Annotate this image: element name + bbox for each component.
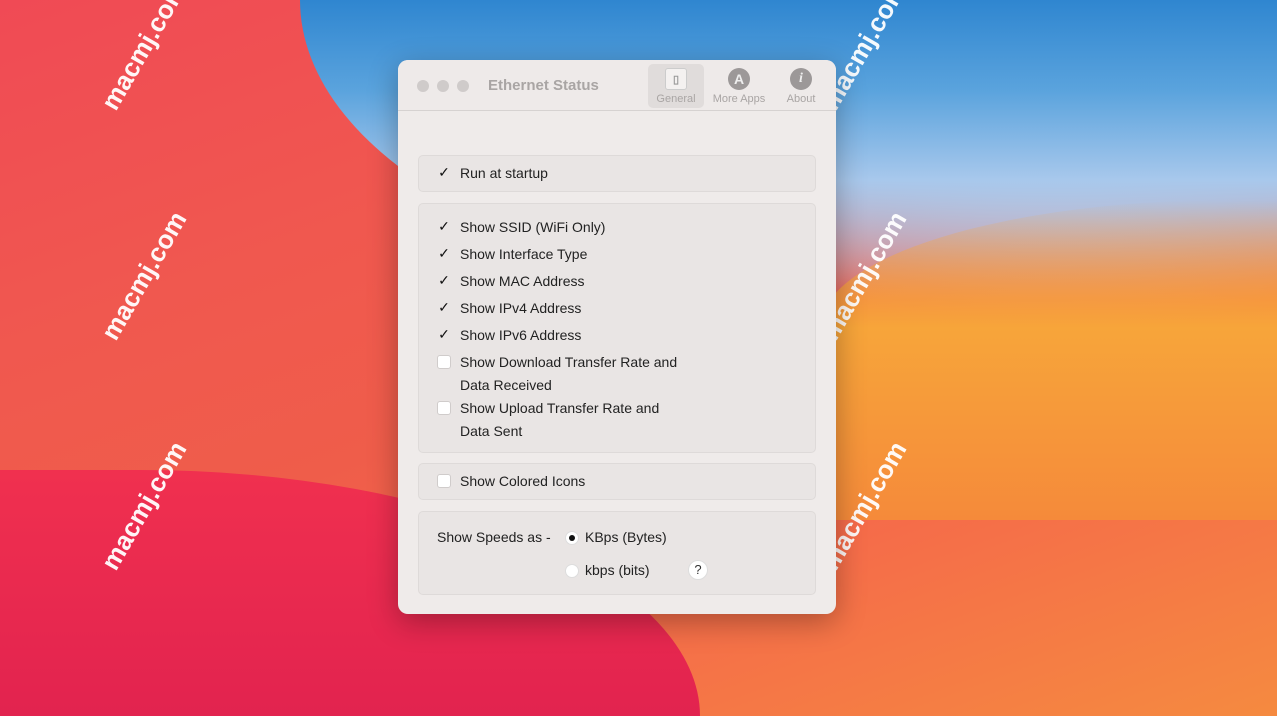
tab-about[interactable]: i About: [773, 64, 829, 108]
label: Run at startup: [460, 165, 548, 181]
show-colored-icons-checkbox[interactable]: Show Colored Icons: [437, 470, 585, 493]
label: Show IPv6 Address: [460, 327, 582, 343]
label-line2: Data Sent: [460, 423, 523, 439]
watermark: macmj.com: [95, 0, 193, 115]
label: Show Colored Icons: [460, 473, 586, 489]
show-download-rate-checkbox[interactable]: Show Download Transfer Rate and Data Rece…: [437, 351, 677, 397]
show-mac-address-checkbox[interactable]: ✓ Show MAC Address: [437, 270, 585, 293]
label: Show SSID (WiFi Only): [460, 219, 606, 235]
speeds-label: Show Speeds as -: [437, 529, 551, 545]
tab-label: More Apps: [712, 93, 766, 105]
speed-units-group: Show Speeds as - KBps (Bytes) kbps (bits…: [418, 511, 816, 595]
tab-label: About: [786, 93, 816, 105]
label: Show Interface Type: [460, 246, 588, 262]
close-button[interactable]: [417, 80, 429, 92]
phone-icon: ▯: [665, 68, 687, 90]
checkbox-box: [437, 474, 451, 488]
label-line1: Show Download Transfer Rate and: [460, 354, 678, 370]
info-icon: i: [790, 68, 812, 90]
label: Show Download Transfer Rate and Data Rece…: [460, 351, 677, 397]
show-interface-type-checkbox[interactable]: ✓ Show Interface Type: [437, 243, 587, 266]
show-ssid-checkbox[interactable]: ✓ Show SSID (WiFi Only): [437, 216, 605, 239]
window-title: Ethernet Status: [488, 77, 599, 94]
display-options-group: ✓ Show SSID (WiFi Only) ✓ Show Interface T…: [418, 203, 816, 453]
label: Show MAC Address: [460, 273, 585, 289]
kbits-radio[interactable]: [565, 564, 579, 578]
label: Show Upload Transfer Rate and Data Sent: [460, 397, 659, 443]
checkmark-icon: ✓: [438, 245, 450, 261]
label: Show IPv4 Address: [460, 300, 582, 316]
zoom-button[interactable]: [457, 80, 469, 92]
checkbox-box: [437, 401, 451, 415]
show-ipv4-checkbox[interactable]: ✓ Show IPv4 Address: [437, 297, 581, 320]
checkmark-icon: ✓: [438, 299, 450, 315]
kbytes-radio[interactable]: [565, 531, 579, 545]
title-bar: Ethernet Status ▯ General A More Apps i …: [398, 60, 836, 111]
tab-general[interactable]: ▯ General: [648, 64, 704, 108]
run-at-startup-checkbox[interactable]: ✓ Run at startup: [437, 162, 548, 185]
colored-icons-group: Show Colored Icons: [418, 463, 816, 500]
checkbox-box: [437, 355, 451, 369]
label-line2: Data Received: [460, 377, 552, 393]
show-ipv6-checkbox[interactable]: ✓ Show IPv6 Address: [437, 324, 581, 347]
label-line1: Show Upload Transfer Rate and: [460, 400, 660, 416]
tab-label: General: [656, 93, 696, 105]
preferences-window: Ethernet Status ▯ General A More Apps i …: [398, 60, 836, 614]
help-button[interactable]: ?: [688, 560, 708, 580]
startup-group: ✓ Run at startup: [418, 155, 816, 192]
show-upload-rate-checkbox[interactable]: Show Upload Transfer Rate and Data Sent: [437, 397, 659, 443]
kbytes-label[interactable]: KBps (Bytes): [585, 526, 667, 549]
watermark: macmj.com: [95, 206, 193, 345]
checkmark-icon: ✓: [438, 218, 450, 234]
minimize-button[interactable]: [437, 80, 449, 92]
checkmark-icon: ✓: [438, 326, 450, 342]
checkmark-icon: ✓: [438, 164, 450, 180]
checkmark-icon: ✓: [438, 272, 450, 288]
tab-more-apps[interactable]: A More Apps: [708, 64, 770, 108]
app-store-icon: A: [728, 68, 750, 90]
kbits-label[interactable]: kbps (bits): [585, 559, 650, 582]
